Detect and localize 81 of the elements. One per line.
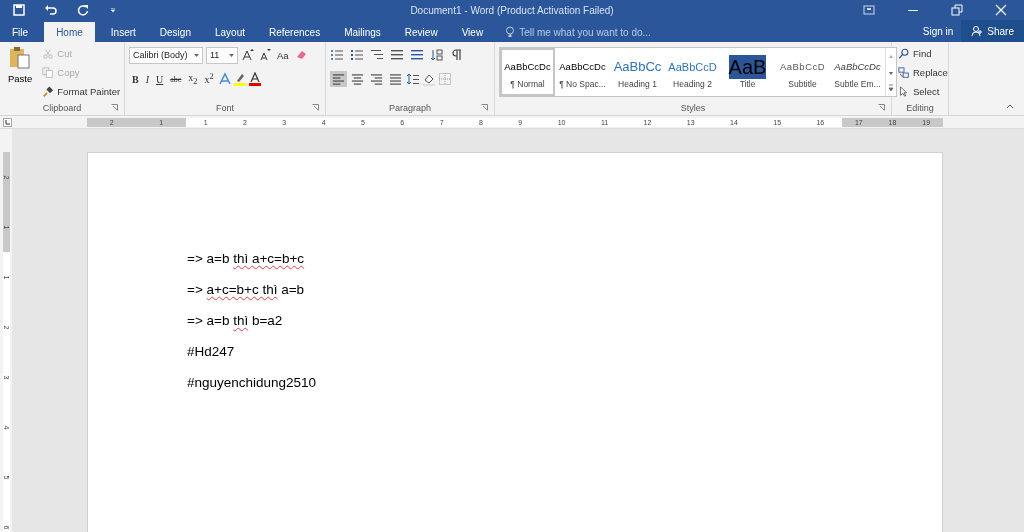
increase-indent-icon[interactable] <box>410 48 424 62</box>
collapse-ribbon-icon[interactable] <box>1006 104 1014 109</box>
sign-in-link[interactable]: Sign in <box>914 20 962 42</box>
ribbon-tab[interactable]: Layout <box>202 22 257 42</box>
ribbon-tab[interactable]: File <box>0 22 41 42</box>
save-icon[interactable] <box>12 3 26 17</box>
font-name-field[interactable]: Calibri (Body) <box>129 46 203 64</box>
numbering-icon[interactable] <box>350 48 364 62</box>
document-paragraph: => a+c=b+c thì a=b <box>187 282 305 297</box>
style-option[interactable]: AaBbCcDc ¶ No Spac... <box>555 48 610 96</box>
tell-me-field[interactable]: Tell me what you want to do... <box>505 22 651 42</box>
editing-button[interactable]: Select <box>896 83 944 100</box>
replace-icon[interactable] <box>898 66 910 79</box>
tab-selector-icon[interactable] <box>3 117 12 127</box>
redo-icon[interactable] <box>76 3 90 17</box>
shading-icon[interactable] <box>422 72 436 86</box>
dialog-launcher-icon[interactable] <box>111 104 118 111</box>
ribbon-tab[interactable]: Mailings <box>332 22 393 42</box>
sort-icon[interactable] <box>430 48 444 62</box>
paintbrush-icon[interactable] <box>42 85 55 98</box>
ribbon-tab[interactable]: Review <box>392 22 450 42</box>
document-paragraph: #nguyenchidung2510 <box>187 375 317 390</box>
style-option[interactable]: AaBbCcDc ¶ Normal <box>500 48 555 96</box>
group-label: Editing <box>906 102 934 115</box>
format-button[interactable]: abc <box>167 70 185 88</box>
restore-icon[interactable] <box>950 3 964 17</box>
alignment-button[interactable] <box>330 71 347 87</box>
ribbon-tab[interactable]: Insert <box>98 22 148 42</box>
group-label: Clipboard <box>42 102 82 115</box>
style-option[interactable]: AaBbCcDc Subtle Em... <box>830 48 885 96</box>
person-icon <box>971 25 984 37</box>
clipboard-button[interactable]: Format Painter <box>40 83 123 100</box>
undo-icon[interactable] <box>44 3 58 17</box>
format-button[interactable]: x$_{2}$ <box>185 70 201 88</box>
ribbon-display-icon[interactable] <box>862 3 876 17</box>
share-button[interactable]: Share <box>961 20 1024 42</box>
window-title: Document1 - Word (Product Activation Failed) <box>410 4 614 16</box>
paste-button[interactable]: Paste <box>4 45 37 101</box>
search-icon[interactable] <box>898 47 910 60</box>
ribbon-tab[interactable]: View <box>449 22 496 42</box>
caret-icon[interactable] <box>229 53 234 57</box>
format-button[interactable]: U <box>153 70 167 88</box>
group-label: Styles <box>680 102 706 115</box>
gallery-scrollbar[interactable] <box>885 48 896 96</box>
change-case-button[interactable]: Aa <box>275 46 291 64</box>
bullets-icon[interactable] <box>330 48 344 62</box>
style-option[interactable]: AaBbCcD Subtitle <box>775 48 830 96</box>
close-icon[interactable] <box>994 3 1008 17</box>
font-color-icon[interactable] <box>247 72 262 86</box>
cursor-icon[interactable] <box>898 85 910 98</box>
font-size-field[interactable]: 11 <box>206 46 238 64</box>
group-label: Paragraph <box>389 102 431 115</box>
decrease-indent-icon[interactable] <box>390 48 404 62</box>
shrink-font-icon[interactable] <box>258 48 272 62</box>
format-button[interactable]: x$^{2}$ <box>201 70 217 88</box>
text-effects-icon[interactable] <box>217 72 232 86</box>
style-option[interactable]: AaBbCc Heading 1 <box>610 48 665 96</box>
alignment-button[interactable] <box>387 71 404 87</box>
pilcrow-icon[interactable] <box>450 48 464 62</box>
dialog-launcher-icon[interactable] <box>481 104 488 111</box>
alignment-button[interactable] <box>368 71 385 87</box>
grow-font-icon[interactable] <box>241 48 255 62</box>
style-option[interactable]: AaBbCcD Heading 2 <box>665 48 720 96</box>
line-spacing-icon[interactable] <box>406 72 420 86</box>
dialog-launcher-icon[interactable] <box>312 104 319 111</box>
editing-button[interactable]: Find <box>896 45 944 62</box>
ribbon-tab[interactable]: References <box>257 22 333 42</box>
format-button[interactable]: I <box>142 70 152 88</box>
highlight-icon[interactable] <box>232 72 247 86</box>
alignment-button[interactable] <box>349 71 366 87</box>
multilevel-list-icon[interactable] <box>370 48 384 62</box>
dialog-launcher-icon[interactable] <box>878 104 885 111</box>
lightbulb-icon <box>505 26 516 38</box>
document-paragraph: => a=b thì a+c=b+c <box>187 251 305 266</box>
group-label: Font <box>216 102 234 115</box>
caret-icon[interactable] <box>194 53 199 57</box>
format-button[interactable]: B <box>129 70 142 88</box>
ribbon-tab[interactable]: Design <box>147 22 203 42</box>
document-paragraph: #Hd247 <box>187 344 235 359</box>
document-paragraph: => a=b thì b=a2 <box>187 313 283 328</box>
ribbon-tab[interactable]: Home <box>44 22 95 42</box>
